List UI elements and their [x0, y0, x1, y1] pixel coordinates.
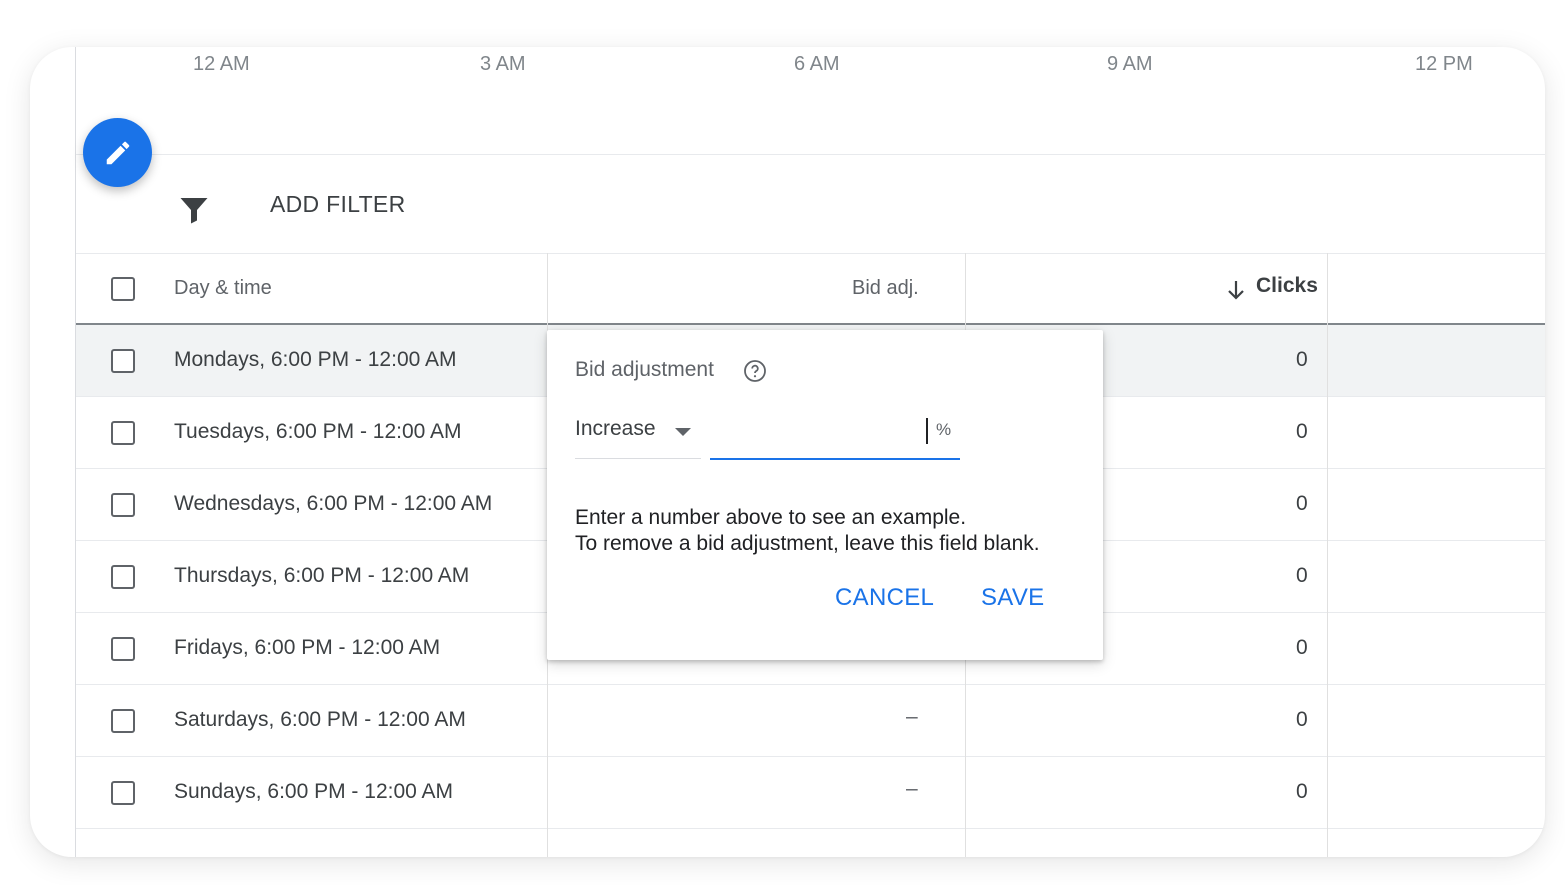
- hint-text-example: Enter a number above to see an example.: [575, 506, 967, 529]
- row-checkbox[interactable]: [111, 349, 135, 373]
- table-header: Day & time Bid adj. Clicks: [76, 253, 1545, 325]
- time-tick: 6 AM: [794, 53, 840, 75]
- bid-adjustment-input[interactable]: %: [710, 406, 960, 460]
- pencil-icon: [106, 141, 129, 164]
- table-row[interactable]: Saturdays, 6:00 PM - 12:00 AM – 0: [76, 685, 1545, 757]
- row-checkbox[interactable]: [111, 781, 135, 805]
- row-checkbox[interactable]: [111, 421, 135, 445]
- bid-adj-cell[interactable]: –: [906, 777, 918, 801]
- dropdown-arrow-icon: [675, 428, 691, 436]
- row-checkbox[interactable]: [111, 637, 135, 661]
- select-all-checkbox[interactable]: [111, 277, 135, 301]
- time-tick: 3 AM: [480, 53, 526, 75]
- cancel-button[interactable]: CANCEL: [835, 584, 934, 612]
- column-divider: [1327, 253, 1328, 857]
- row-checkbox[interactable]: [111, 565, 135, 589]
- arrow-down-icon[interactable]: [1226, 279, 1246, 301]
- clicks-cell: 0: [1296, 420, 1308, 443]
- time-tick: 12 PM: [1415, 53, 1473, 75]
- column-header-bid-adj[interactable]: Bid adj.: [852, 277, 919, 300]
- clicks-cell: 0: [1296, 636, 1308, 659]
- time-tick: 9 AM: [1107, 53, 1153, 75]
- clicks-cell: 0: [1296, 708, 1308, 731]
- column-header-day-time[interactable]: Day & time: [174, 277, 272, 300]
- clicks-cell: 0: [1296, 564, 1308, 587]
- day-time-cell: Fridays, 6:00 PM - 12:00 AM: [174, 636, 441, 659]
- column-header-clicks[interactable]: Clicks: [1256, 274, 1318, 298]
- text-cursor: [926, 418, 928, 444]
- clicks-cell: 0: [1296, 492, 1308, 515]
- popup-title: Bid adjustment: [575, 358, 714, 381]
- day-time-cell: Tuesdays, 6:00 PM - 12:00 AM: [174, 420, 462, 443]
- day-time-cell: Wednesdays, 6:00 PM - 12:00 AM: [174, 492, 493, 515]
- day-time-cell: Sundays, 6:00 PM - 12:00 AM: [174, 780, 453, 803]
- bid-adj-cell[interactable]: –: [906, 705, 918, 729]
- clicks-cell: 0: [1296, 780, 1308, 803]
- add-filter-button[interactable]: ADD FILTER: [270, 191, 405, 218]
- row-checkbox[interactable]: [111, 493, 135, 517]
- filter-icon[interactable]: [176, 192, 212, 228]
- adjustment-direction-dropdown[interactable]: Increase: [575, 406, 701, 459]
- hint-text-remove: To remove a bid adjustment, leave this f…: [575, 532, 1040, 555]
- row-checkbox[interactable]: [111, 709, 135, 733]
- day-time-cell: Mondays, 6:00 PM - 12:00 AM: [174, 348, 457, 371]
- help-circle-icon[interactable]: [743, 359, 767, 383]
- time-axis: 12 AM 3 AM 6 AM 9 AM 12 PM: [76, 47, 1545, 155]
- table-row[interactable]: Sundays, 6:00 PM - 12:00 AM – 0: [76, 757, 1545, 829]
- save-button[interactable]: SAVE: [981, 584, 1044, 612]
- edit-fab-button[interactable]: [83, 118, 152, 187]
- dropdown-value: Increase: [575, 417, 656, 440]
- bid-adjustment-popup: Bid adjustment Increase % Enter a number…: [547, 330, 1103, 660]
- time-tick: 12 AM: [193, 53, 250, 75]
- day-time-cell: Thursdays, 6:00 PM - 12:00 AM: [174, 564, 470, 587]
- filter-bar: ADD FILTER: [76, 155, 1545, 254]
- clicks-cell: 0: [1296, 348, 1308, 371]
- day-time-cell: Saturdays, 6:00 PM - 12:00 AM: [174, 708, 466, 731]
- percent-suffix: %: [936, 420, 952, 439]
